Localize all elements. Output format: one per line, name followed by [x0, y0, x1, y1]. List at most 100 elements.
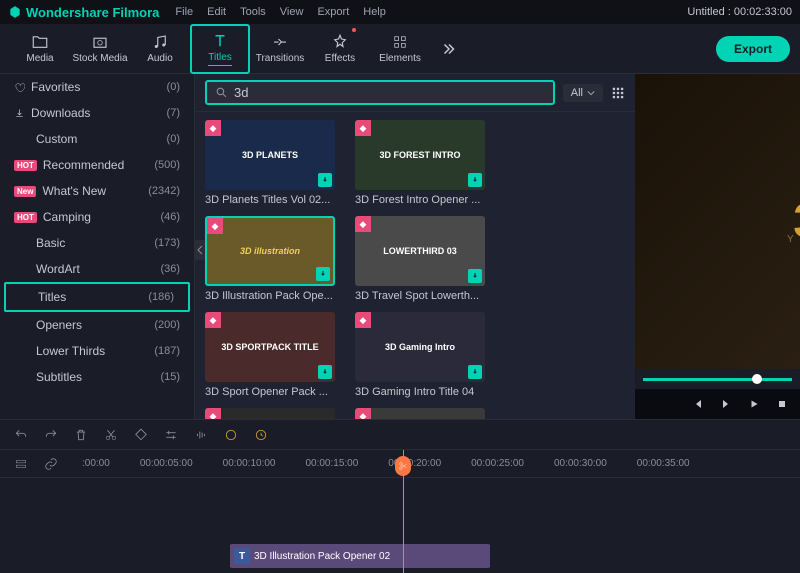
chevron-down-icon — [587, 89, 595, 97]
effects-icon — [331, 33, 349, 51]
sidebar-item-downloads[interactable]: Downloads(7) — [0, 100, 194, 126]
title-card[interactable]: ◆3D illustration3D Illustration Pack Ope… — [205, 216, 335, 302]
grid-view-icon[interactable] — [611, 86, 625, 100]
filter-dropdown[interactable]: All — [563, 84, 603, 102]
title-card[interactable]: ◆ — [355, 408, 485, 419]
download-icon[interactable] — [468, 269, 482, 283]
sidebar-item-openers[interactable]: Openers(200) — [0, 312, 194, 338]
tab-media[interactable]: Media — [10, 24, 70, 74]
redo-icon[interactable] — [44, 428, 58, 442]
card-label: 3D Illustration Pack Ope... — [205, 290, 335, 302]
clip-label: 3D Illustration Pack Opener 02 — [254, 551, 390, 562]
tag-icon[interactable] — [134, 428, 148, 442]
timeline[interactable]: T 3D Illustration Pack Opener 02 — [0, 477, 800, 572]
export-button[interactable]: Export — [716, 36, 790, 62]
playhead-handle[interactable] — [395, 456, 411, 476]
sidebar-item-camping[interactable]: HOTCamping(46) — [0, 204, 194, 230]
speed-icon[interactable] — [254, 428, 268, 442]
delete-icon[interactable] — [74, 428, 88, 442]
scissors-icon — [398, 461, 408, 471]
content-panel: All ◆3D PLANETS3D Planets Titles Vol 02.… — [195, 74, 635, 419]
project-title: Untitled : 00:02:33:00 — [687, 6, 792, 18]
download-icon[interactable] — [316, 267, 330, 281]
sidebar-item-subtitles[interactable]: Subtitles(15) — [0, 364, 194, 390]
slider-thumb[interactable] — [752, 374, 762, 384]
premium-badge-icon: ◆ — [355, 408, 371, 419]
sidebar-item-custom[interactable]: Custom(0) — [0, 126, 194, 152]
tab-stock-media[interactable]: Stock Media — [70, 24, 130, 74]
menu-help[interactable]: Help — [363, 6, 386, 18]
logo-icon — [8, 5, 22, 19]
card-label: 3D Planets Titles Vol 02... — [205, 194, 335, 206]
cut-icon[interactable] — [104, 428, 118, 442]
card-label: 3D Forest Intro Opener ... — [355, 194, 485, 206]
stop-icon[interactable] — [776, 398, 788, 410]
download-icon[interactable] — [318, 173, 332, 187]
search-icon — [215, 86, 228, 99]
tab-audio[interactable]: Audio — [130, 24, 190, 74]
prev-frame-icon[interactable] — [692, 398, 704, 410]
title-card[interactable]: ◆LOWERTHIRD 033D Travel Spot Lowerth... — [355, 216, 485, 302]
search-input[interactable] — [234, 85, 545, 100]
download-icon[interactable] — [468, 173, 482, 187]
music-icon — [151, 33, 169, 51]
undo-icon[interactable] — [14, 428, 28, 442]
color-icon[interactable] — [224, 428, 238, 442]
search-row: All — [195, 74, 635, 112]
sidebar-item-lowerthirds[interactable]: Lower Thirds(187) — [0, 338, 194, 364]
sidebar-item-favorites[interactable]: Favorites(0) — [0, 74, 194, 100]
premium-badge-icon: ◆ — [355, 120, 371, 136]
menu-file[interactable]: File — [175, 6, 193, 18]
play-icon[interactable] — [748, 398, 760, 410]
menu-view[interactable]: View — [280, 6, 304, 18]
sidebar-item-recommended[interactable]: HOTRecommended(500) — [0, 152, 194, 178]
menu-edit[interactable]: Edit — [207, 6, 226, 18]
playhead[interactable] — [403, 450, 404, 573]
sidebar-item-basic[interactable]: Basic(173) — [0, 230, 194, 256]
menu-bar: File Edit Tools View Export Help — [175, 6, 385, 18]
menu-export[interactable]: Export — [317, 6, 349, 18]
playback-controls — [635, 389, 800, 419]
card-thumbnail: ◆3D Gaming Intro — [355, 312, 485, 382]
title-card[interactable]: ◆3D SPORTPACK TITLE 3D Sport Opener Pack … — [205, 312, 335, 398]
preview-viewport: 3 Y O — [635, 74, 800, 369]
title-card[interactable]: ◆YOUR TITLE — [205, 408, 335, 419]
tab-effects[interactable]: Effects — [310, 24, 370, 74]
download-icon[interactable] — [468, 365, 482, 379]
preview-slider[interactable] — [635, 369, 800, 389]
timeline-clip[interactable]: T 3D Illustration Pack Opener 02 — [230, 544, 490, 568]
card-label: 3D Sport Opener Pack ... — [205, 386, 335, 398]
elements-icon — [391, 33, 409, 51]
card-thumbnail: ◆YOUR TITLE — [205, 408, 335, 419]
title-card[interactable]: ◆3D FOREST INTRO 3D Forest Intro Opener .… — [355, 120, 485, 206]
card-thumbnail: ◆3D SPORTPACK TITLE — [205, 312, 335, 382]
next-frame-icon[interactable] — [720, 398, 732, 410]
preview-panel: 3 Y O — [635, 74, 800, 419]
premium-badge-icon: ◆ — [355, 312, 371, 328]
title-card[interactable]: ◆3D Gaming Intro 3D Gaming Intro Title 04 — [355, 312, 485, 398]
title-card[interactable]: ◆3D PLANETS3D Planets Titles Vol 02... — [205, 120, 335, 206]
tab-titles[interactable]: Titles — [190, 24, 250, 74]
more-icon[interactable] — [440, 40, 458, 58]
track-icon[interactable] — [14, 457, 28, 471]
card-label: 3D Travel Spot Lowerth... — [355, 290, 485, 302]
card-thumbnail: ◆3D FOREST INTRO — [355, 120, 485, 190]
sidebar-item-titles[interactable]: Titles(186) — [4, 282, 190, 312]
sidebar-item-wordart[interactable]: WordArt(36) — [0, 256, 194, 282]
adjust-icon[interactable] — [164, 428, 178, 442]
link-icon[interactable] — [44, 457, 58, 471]
download-icon — [14, 108, 25, 119]
titles-grid: ◆3D PLANETS3D Planets Titles Vol 02...◆3… — [195, 112, 635, 419]
collapse-handle[interactable] — [195, 240, 205, 260]
card-label: 3D Gaming Intro Title 04 — [355, 386, 485, 398]
tab-transitions[interactable]: Transitions — [250, 24, 310, 74]
menu-tools[interactable]: Tools — [240, 6, 266, 18]
download-icon[interactable] — [318, 365, 332, 379]
search-box[interactable] — [205, 80, 555, 105]
sidebar-item-whatsnew[interactable]: NewWhat's New(2342) — [0, 178, 194, 204]
premium-badge-icon: ◆ — [355, 216, 371, 232]
audio-edit-icon[interactable] — [194, 428, 208, 442]
tab-elements[interactable]: Elements — [370, 24, 430, 74]
folder-icon — [31, 33, 49, 51]
app-logo: Wondershare Filmora — [8, 5, 159, 20]
